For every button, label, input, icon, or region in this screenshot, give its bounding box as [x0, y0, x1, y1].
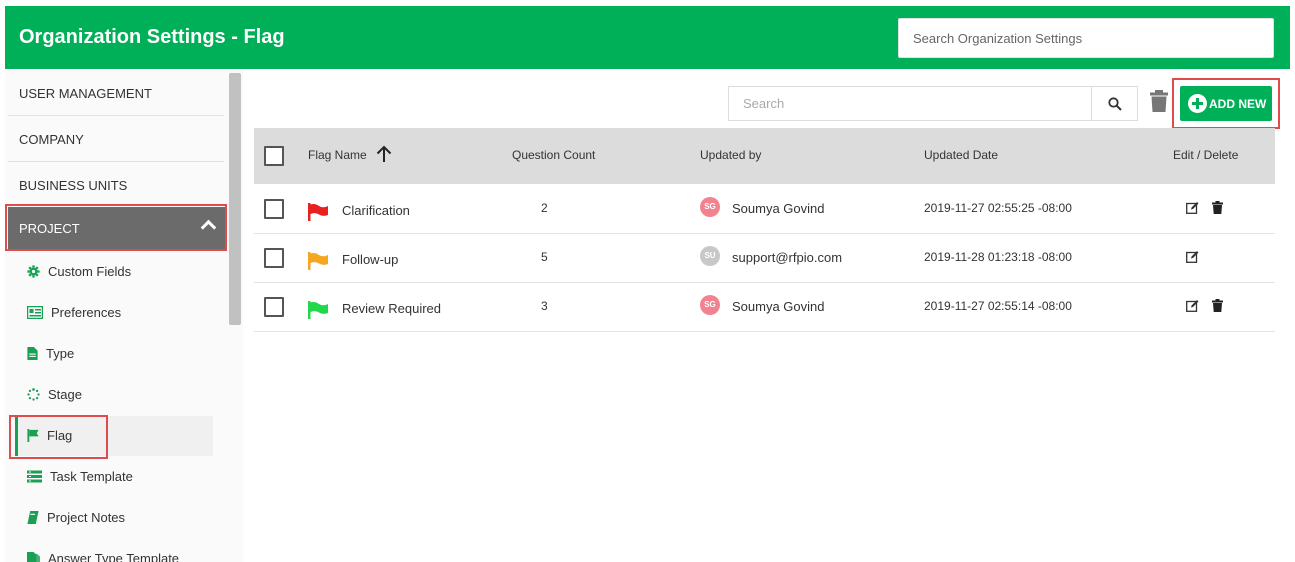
sidebar-item-label: COMPANY — [19, 132, 84, 147]
sidebar-item-company[interactable]: COMPANY — [8, 116, 224, 162]
search-icon — [1108, 97, 1122, 111]
updated-by: Soumya Govind — [732, 299, 825, 314]
column-label: Flag Name — [308, 148, 367, 162]
table-row: Review Required 3 SG Soumya Govind 2019-… — [254, 283, 1275, 332]
sidebar-item-task-template[interactable]: Task Template — [15, 457, 213, 497]
book-icon — [27, 511, 39, 524]
sidebar-item-label: USER MANAGEMENT — [19, 86, 152, 101]
flag-search-input[interactable] — [728, 86, 1092, 121]
document-copy-icon — [27, 552, 40, 562]
column-header-question-count: Question Count — [512, 148, 596, 162]
updated-date: 2019-11-27 02:55:25 -08:00 — [924, 201, 1072, 215]
edit-icon[interactable] — [1186, 299, 1199, 312]
updated-by: Soumya Govind — [732, 201, 825, 216]
question-count: 2 — [541, 201, 548, 215]
updated-date: 2019-11-28 01:23:18 -08:00 — [924, 250, 1072, 264]
sidebar-item-custom-fields[interactable]: Custom Fields — [15, 252, 213, 292]
trash-icon — [1150, 90, 1168, 112]
edit-icon[interactable] — [1186, 201, 1199, 214]
sidebar: USER MANAGEMENT COMPANY BUSINESS UNITS P… — [5, 70, 243, 562]
sidebar-item-label: Custom Fields — [48, 264, 132, 279]
column-header-flag-name[interactable]: Flag Name — [308, 145, 392, 162]
table-row: Clarification 2 SG Soumya Govind 2019-11… — [254, 185, 1275, 234]
flag-name: Clarification — [342, 203, 410, 218]
avatar: SG — [700, 197, 720, 217]
flag-icon — [27, 429, 39, 442]
flag-icon — [308, 301, 328, 319]
updated-by: support@rfpio.com — [732, 250, 843, 265]
flag-name: Review Required — [342, 301, 441, 316]
sidebar-item-label: BUSINESS UNITS — [19, 178, 128, 193]
row-checkbox[interactable] — [264, 297, 284, 317]
sidebar-item-label: PROJECT — [19, 221, 80, 236]
sidebar-item-stage[interactable]: Stage — [15, 375, 213, 415]
sidebar-item-user-management[interactable]: USER MANAGEMENT — [8, 70, 224, 116]
avatar: SU — [700, 246, 720, 266]
sidebar-item-label: Type — [46, 346, 75, 361]
search-button[interactable] — [1091, 86, 1138, 121]
bulk-delete-button[interactable] — [1150, 90, 1170, 114]
flag-icon — [308, 203, 328, 221]
updated-date: 2019-11-27 02:55:14 -08:00 — [924, 299, 1072, 313]
sidebar-item-project[interactable]: PROJECT — [8, 207, 226, 250]
chevron-up-icon — [200, 219, 217, 236]
add-new-button[interactable]: ADD NEW — [1180, 86, 1272, 121]
question-count: 5 — [541, 250, 548, 264]
select-all-checkbox[interactable] — [264, 146, 284, 166]
app-header: Organization Settings - Flag — [5, 6, 1290, 69]
delete-icon[interactable] — [1211, 299, 1224, 312]
card-icon — [27, 306, 43, 319]
arrow-up-icon — [376, 145, 392, 162]
dotted-circle-icon — [27, 388, 40, 401]
sidebar-item-label: Stage — [48, 387, 82, 402]
list-icon — [27, 470, 42, 483]
org-settings-search-input[interactable] — [898, 18, 1274, 58]
add-new-label: ADD NEW — [1209, 96, 1267, 111]
question-count: 3 — [541, 299, 548, 313]
row-checkbox[interactable] — [264, 199, 284, 219]
avatar: SG — [700, 295, 720, 315]
sidebar-item-label: Preferences — [51, 305, 122, 320]
sidebar-item-business-units[interactable]: BUSINESS UNITS — [8, 162, 224, 208]
sidebar-item-preferences[interactable]: Preferences — [15, 293, 213, 333]
delete-icon[interactable] — [1211, 201, 1224, 214]
sidebar-item-label: Answer Type Template — [48, 551, 180, 562]
page-title: Organization Settings - Flag — [19, 26, 285, 48]
table-header: Flag Name Question Count Updated by Upda… — [254, 128, 1275, 184]
flag-name: Follow-up — [342, 252, 399, 267]
table-row: Follow-up 5 SU support@rfpio.com 2019-11… — [254, 234, 1275, 283]
edit-icon[interactable] — [1186, 250, 1199, 263]
gear-icon — [27, 265, 40, 278]
sidebar-item-answer-type-template[interactable]: Answer Type Template — [15, 539, 213, 562]
column-header-edit-delete: Edit / Delete — [1173, 148, 1239, 162]
sidebar-item-type[interactable]: Type — [15, 334, 213, 374]
flag-icon — [308, 252, 328, 270]
plus-circle-icon — [1188, 94, 1207, 113]
sidebar-item-project-notes[interactable]: Project Notes — [15, 498, 213, 538]
column-header-updated-by: Updated by — [700, 148, 762, 162]
row-checkbox[interactable] — [264, 248, 284, 268]
sidebar-scrollbar[interactable] — [229, 73, 241, 325]
sidebar-item-flag[interactable]: Flag — [15, 416, 213, 456]
column-header-updated-date: Updated Date — [924, 148, 999, 162]
document-icon — [27, 347, 38, 360]
sidebar-item-label: Task Template — [50, 469, 133, 484]
sidebar-item-label: Project Notes — [47, 510, 126, 525]
sidebar-item-label: Flag — [47, 428, 73, 443]
